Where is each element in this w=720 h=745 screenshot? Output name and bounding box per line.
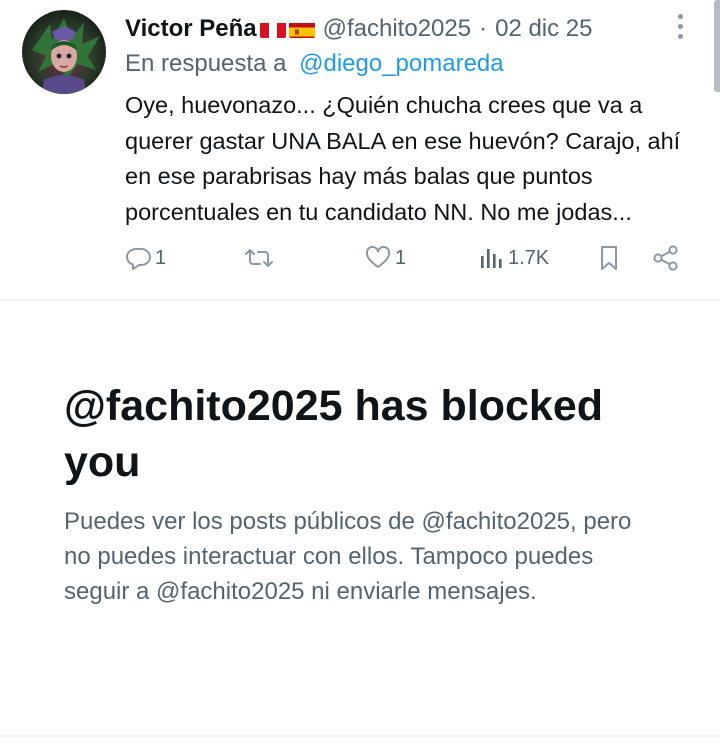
- bottom-divider: [0, 735, 720, 737]
- views-count: 1.7K: [508, 246, 550, 269]
- share-icon: [653, 245, 678, 271]
- reply-mention-link[interactable]: @diego_pomareda: [299, 50, 504, 77]
- reply-count: 1: [155, 246, 167, 269]
- author-name[interactable]: Victor Peña: [125, 15, 257, 43]
- reply-icon: [126, 247, 151, 270]
- heart-icon: [365, 246, 391, 268]
- retweet-icon: [245, 249, 273, 267]
- more-options-icon[interactable]: [674, 14, 686, 42]
- like-count: 1: [395, 246, 407, 269]
- reply-button[interactable]: 1: [126, 238, 166, 278]
- views-bar-chart-icon: [481, 249, 502, 268]
- tweet-date[interactable]: 02 dic 25: [495, 15, 592, 43]
- flag-peru: [259, 20, 286, 38]
- tweet[interactable]: Victor Peña @fachito2025 · 02 dic 25 En …: [0, 0, 720, 300]
- flag-spain: [288, 20, 315, 38]
- reply-to-line: En respuesta a @diego_pomareda: [125, 50, 504, 78]
- blocked-description: Puedes ver los posts públicos de @fachit…: [64, 508, 632, 605]
- tweet-text: Oye, huevonazo... ¿Quién chucha crees qu…: [125, 92, 681, 225]
- like-button[interactable]: 1: [364, 238, 406, 278]
- share-button[interactable]: [652, 238, 680, 278]
- blocked-title: @fachito2025 has blocked you: [64, 382, 604, 486]
- header-separator: ·: [479, 15, 488, 42]
- avatar[interactable]: [22, 10, 106, 94]
- views-button[interactable]: 1.7K: [479, 238, 549, 278]
- bookmark-button[interactable]: [598, 238, 620, 278]
- section-divider: [0, 299, 720, 301]
- retweet-button[interactable]: [244, 238, 277, 278]
- bookmark-icon: [601, 246, 617, 270]
- reply-prefix: En respuesta a: [125, 50, 287, 77]
- tweet-header: Victor Peña @fachito2025 · 02 dic 25: [125, 13, 593, 45]
- author-handle[interactable]: @fachito2025: [323, 15, 471, 43]
- tweet-actions: 1 1 1.7K: [0, 238, 720, 278]
